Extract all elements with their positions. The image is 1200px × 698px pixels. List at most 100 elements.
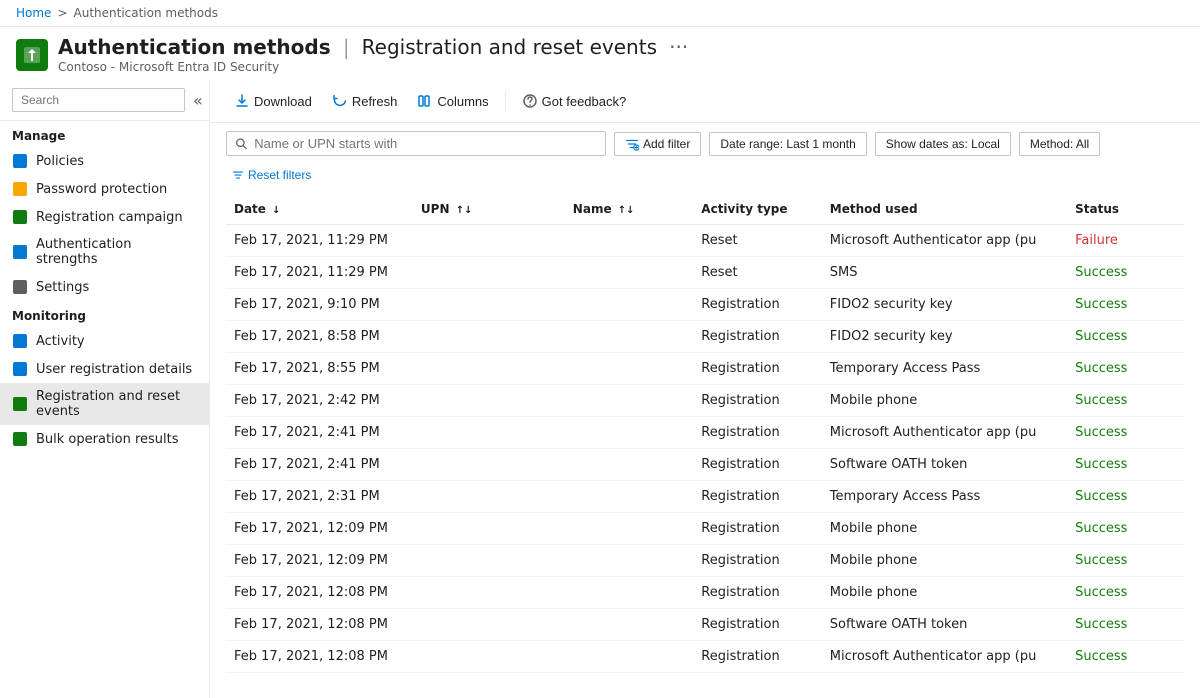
table-row[interactable]: Feb 17, 2021, 12:09 PM Registration Mobi… <box>226 513 1184 545</box>
table-row[interactable]: Feb 17, 2021, 2:42 PM Registration Mobil… <box>226 385 1184 417</box>
cell-method-used: Mobile phone <box>822 577 1067 609</box>
date-range-button[interactable]: Date range: Last 1 month <box>709 132 866 156</box>
cell-status: Success <box>1067 289 1184 321</box>
column-header-name[interactable]: Name ↑↓ <box>565 194 694 225</box>
cell-method-used: FIDO2 security key <box>822 321 1067 353</box>
search-input[interactable] <box>12 88 185 112</box>
table-row[interactable]: Feb 17, 2021, 11:29 PM Reset SMS Success <box>226 257 1184 289</box>
method-filter-button[interactable]: Method: All <box>1019 132 1100 156</box>
cell-method-used: Mobile phone <box>822 385 1067 417</box>
cell-activity-type: Reset <box>693 225 822 257</box>
feedback-button[interactable]: Got feedback? <box>514 88 635 114</box>
cell-activity-type: Registration <box>693 449 822 481</box>
cell-upn <box>413 385 565 417</box>
table-row[interactable]: Feb 17, 2021, 2:41 PM Registration Softw… <box>226 449 1184 481</box>
more-options-icon[interactable]: ··· <box>669 35 688 59</box>
breadcrumb-home[interactable]: Home <box>16 6 51 20</box>
refresh-icon <box>332 93 348 109</box>
column-header-activity-type: Activity type <box>693 194 822 225</box>
cell-name <box>565 577 694 609</box>
method-filter-label: Method: All <box>1030 137 1089 151</box>
toolbar: Download Refresh Columns <box>210 80 1200 123</box>
cell-name <box>565 289 694 321</box>
cell-date: Feb 17, 2021, 12:09 PM <box>226 545 413 577</box>
page-subtitle: Registration and reset events <box>362 35 657 59</box>
table-row[interactable]: Feb 17, 2021, 12:08 PM Registration Micr… <box>226 641 1184 673</box>
cell-activity-type: Reset <box>693 257 822 289</box>
sidebar-item-password-protection[interactable]: Password protection <box>0 175 209 203</box>
table-row[interactable]: Feb 17, 2021, 8:55 PM Registration Tempo… <box>226 353 1184 385</box>
cell-status: Success <box>1067 385 1184 417</box>
cell-name <box>565 321 694 353</box>
breadcrumb-current: Authentication methods <box>74 6 219 20</box>
filter-bar: Add filter Date range: Last 1 month Show… <box>210 123 1200 194</box>
sidebar-item-registration-campaign[interactable]: Registration campaign <box>0 203 209 231</box>
cell-status: Success <box>1067 481 1184 513</box>
cell-status: Success <box>1067 609 1184 641</box>
table-row[interactable]: Feb 17, 2021, 12:08 PM Registration Soft… <box>226 609 1184 641</box>
table-row[interactable]: Feb 17, 2021, 12:09 PM Registration Mobi… <box>226 545 1184 577</box>
add-filter-icon <box>625 137 639 151</box>
refresh-button[interactable]: Refresh <box>324 88 406 114</box>
cell-method-used: Temporary Access Pass <box>822 481 1067 513</box>
table-row[interactable]: Feb 17, 2021, 8:58 PM Registration FIDO2… <box>226 321 1184 353</box>
page-title: Authentication methods <box>58 35 331 59</box>
cell-method-used: Mobile phone <box>822 513 1067 545</box>
sidebar-item-settings-label: Settings <box>36 280 89 295</box>
reset-filters-icon <box>232 169 244 181</box>
reset-filters-button[interactable]: Reset filters <box>226 164 317 186</box>
filter-search-input[interactable] <box>254 136 597 151</box>
sidebar-item-user-reg-label: User registration details <box>36 362 192 377</box>
sidebar-item-settings[interactable]: Settings <box>0 273 209 301</box>
filter-search-box[interactable] <box>226 131 606 156</box>
sidebar-item-authentication-strengths[interactable]: Authentication strengths <box>0 231 209 273</box>
cell-activity-type: Registration <box>693 577 822 609</box>
column-header-status: Status <box>1067 194 1184 225</box>
breadcrumb: Home > Authentication methods <box>0 0 1200 27</box>
column-header-date[interactable]: Date ↓ <box>226 194 413 225</box>
cell-method-used: Software OATH token <box>822 449 1067 481</box>
sidebar-item-activity[interactable]: Activity <box>0 327 209 355</box>
toolbar-separator <box>505 91 506 111</box>
cell-status: Success <box>1067 417 1184 449</box>
date-sort-icon: ↓ <box>272 205 280 216</box>
sidebar-item-auth-label: Authentication strengths <box>36 237 197 267</box>
sidebar-item-registration-reset-events[interactable]: Registration and reset events <box>0 383 209 425</box>
add-filter-button[interactable]: Add filter <box>614 132 701 156</box>
columns-icon <box>417 93 433 109</box>
cell-upn <box>413 545 565 577</box>
cell-date: Feb 17, 2021, 8:55 PM <box>226 353 413 385</box>
download-button[interactable]: Download <box>226 88 320 114</box>
cell-activity-type: Registration <box>693 481 822 513</box>
sidebar-item-password-label: Password protection <box>36 182 167 197</box>
cell-upn <box>413 481 565 513</box>
collapse-icon[interactable]: « <box>189 89 207 112</box>
columns-button[interactable]: Columns <box>409 88 496 114</box>
cell-activity-type: Registration <box>693 385 822 417</box>
table-row[interactable]: Feb 17, 2021, 9:10 PM Registration FIDO2… <box>226 289 1184 321</box>
column-header-upn[interactable]: UPN ↑↓ <box>413 194 565 225</box>
table-row[interactable]: Feb 17, 2021, 12:08 PM Registration Mobi… <box>226 577 1184 609</box>
cell-date: Feb 17, 2021, 8:58 PM <box>226 321 413 353</box>
cell-name <box>565 257 694 289</box>
cell-date: Feb 17, 2021, 12:09 PM <box>226 513 413 545</box>
page-title-separator: | <box>343 35 350 59</box>
sidebar-item-bulk-label: Bulk operation results <box>36 432 179 447</box>
table-row[interactable]: Feb 17, 2021, 2:41 PM Registration Micro… <box>226 417 1184 449</box>
page-header-text: Authentication methods | Registration an… <box>58 35 688 74</box>
cell-date: Feb 17, 2021, 11:29 PM <box>226 257 413 289</box>
download-icon <box>234 93 250 109</box>
monitoring-section-label: Monitoring <box>0 301 209 327</box>
cell-method-used: Software OATH token <box>822 609 1067 641</box>
sidebar-item-bulk-operation[interactable]: Bulk operation results <box>0 425 209 453</box>
table-row[interactable]: Feb 17, 2021, 2:31 PM Registration Tempo… <box>226 481 1184 513</box>
sidebar-item-user-registration[interactable]: User registration details <box>0 355 209 383</box>
registration-reset-icon <box>12 396 28 412</box>
cell-date: Feb 17, 2021, 11:29 PM <box>226 225 413 257</box>
cell-status: Success <box>1067 545 1184 577</box>
show-dates-button[interactable]: Show dates as: Local <box>875 132 1011 156</box>
table-row[interactable]: Feb 17, 2021, 11:29 PM Reset Microsoft A… <box>226 225 1184 257</box>
cell-name <box>565 545 694 577</box>
cell-name <box>565 609 694 641</box>
sidebar-item-policies[interactable]: Policies <box>0 147 209 175</box>
